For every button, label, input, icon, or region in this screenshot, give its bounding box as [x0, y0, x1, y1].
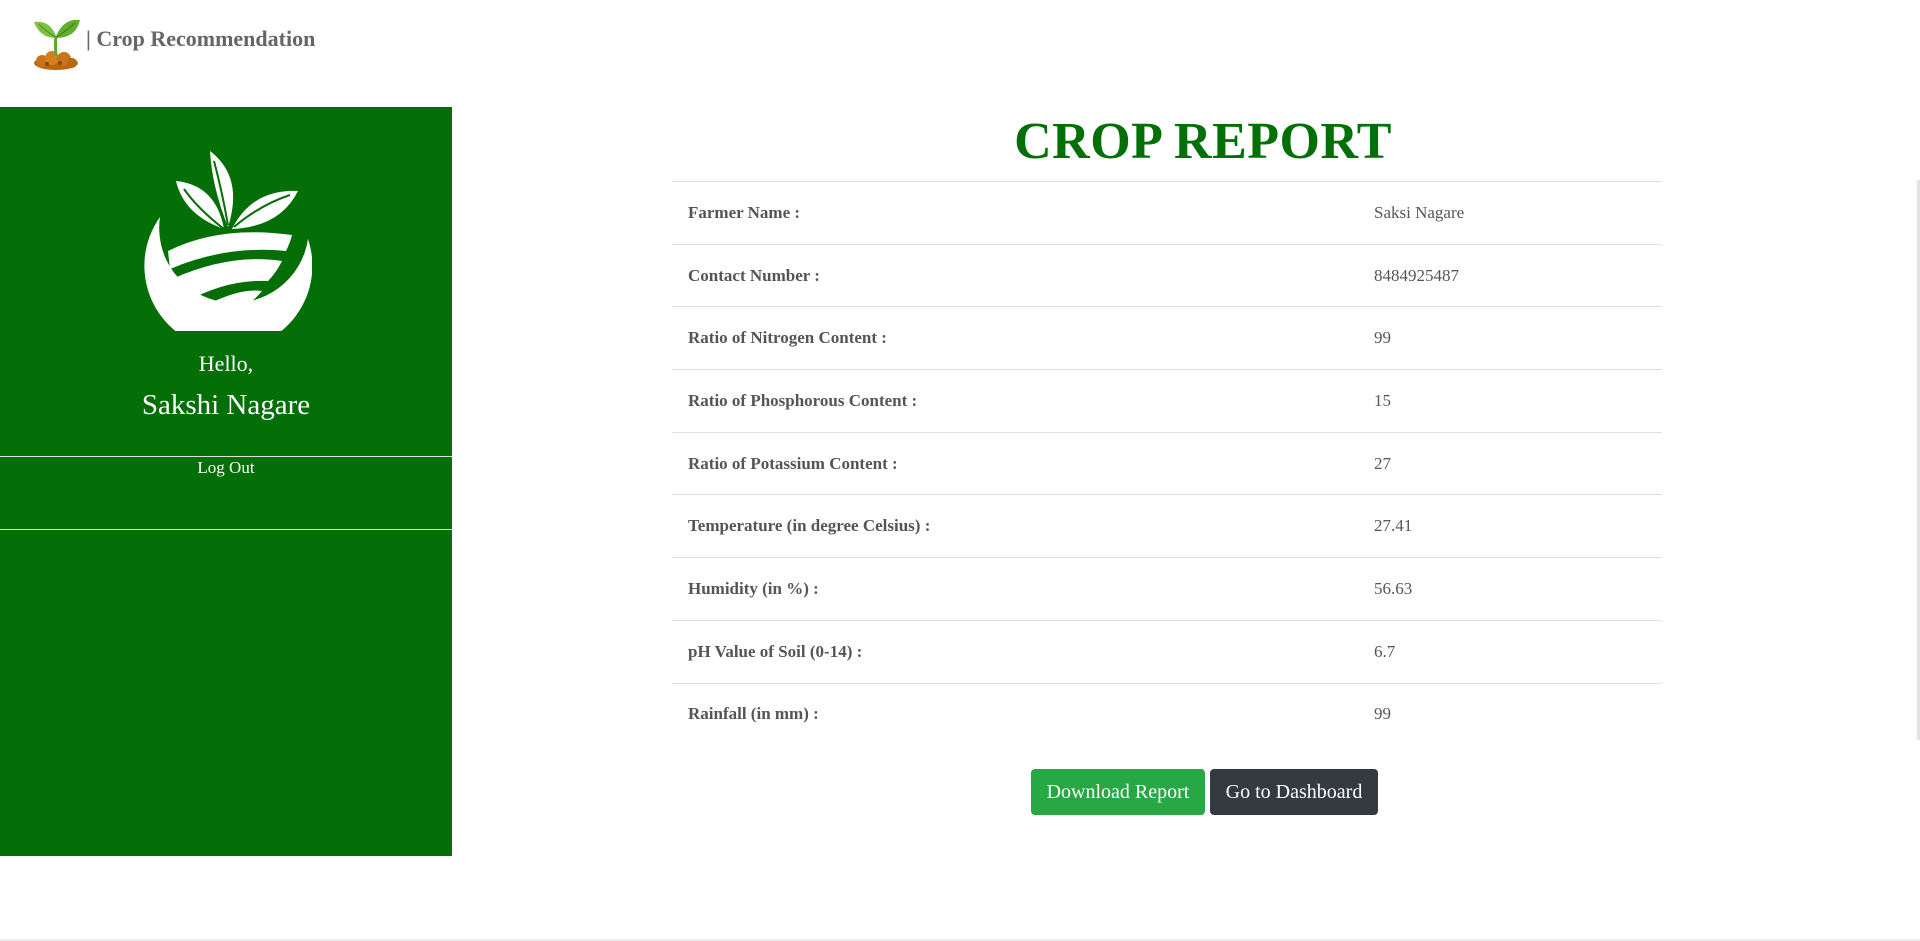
table-row: Ratio of Potassium Content : 27: [672, 431, 1662, 495]
table-row: Temperature (in degree Celsius) : 27.41: [672, 494, 1662, 558]
row-label: Ratio of Phosphorous Content :: [672, 369, 1358, 433]
user-name: Sakshi Nagare: [141, 389, 311, 421]
table-row: pH Value of Soil (0-14) : 6.7: [672, 619, 1662, 683]
table-row: Rainfall (in mm) : 99: [672, 682, 1662, 746]
top-header: | Crop Recommendation: [0, 0, 1920, 82]
brand-title[interactable]: | Crop Recommendation: [86, 26, 315, 52]
row-label: Contact Number :: [672, 243, 1358, 307]
table-row: Farmer Name : Saksi Nagare: [672, 181, 1662, 245]
go-to-dashboard-button[interactable]: Go to Dashboard: [1210, 769, 1378, 815]
row-value: Saksi Nagare: [1358, 181, 1662, 245]
page-title: CROP REPORT: [1014, 113, 1392, 170]
sidebar-divider: [0, 456, 452, 457]
sprout-soil-logo-icon[interactable]: [30, 16, 82, 72]
row-value: 8484925487: [1358, 243, 1662, 307]
row-label: Rainfall (in mm) :: [672, 682, 1358, 746]
row-value: 15: [1358, 369, 1662, 433]
greeting-text: Hello,: [198, 351, 254, 376]
row-value: 6.7: [1358, 619, 1662, 683]
sidebar-divider: [0, 529, 452, 530]
logout-link[interactable]: Log Out: [0, 458, 452, 478]
row-value: 27.41: [1358, 494, 1662, 558]
table-row: Ratio of Phosphorous Content : 15: [672, 369, 1662, 433]
row-label: Ratio of Potassium Content :: [672, 431, 1358, 495]
leaf-field-emblem-icon: [144, 151, 312, 331]
report-table: Farmer Name : Saksi Nagare Contact Numbe…: [672, 181, 1662, 746]
table-row: Ratio of Nitrogen Content : 99: [672, 306, 1662, 370]
table-row: Humidity (in %) : 56.63: [672, 557, 1662, 621]
row-value: 99: [1358, 682, 1662, 746]
row-value: 99: [1358, 306, 1662, 370]
row-value: 27: [1358, 431, 1662, 495]
row-label: Temperature (in degree Celsius) :: [672, 494, 1358, 558]
row-value: 56.63: [1358, 557, 1662, 621]
sidebar: Hello, Sakshi Nagare Log Out: [0, 107, 452, 856]
table-row: Contact Number : 8484925487: [672, 243, 1662, 307]
row-label: pH Value of Soil (0-14) :: [672, 619, 1358, 683]
row-label: Farmer Name :: [672, 181, 1358, 245]
download-report-button[interactable]: Download Report: [1031, 769, 1205, 815]
row-label: Ratio of Nitrogen Content :: [672, 306, 1358, 370]
row-label: Humidity (in %) :: [672, 557, 1358, 621]
